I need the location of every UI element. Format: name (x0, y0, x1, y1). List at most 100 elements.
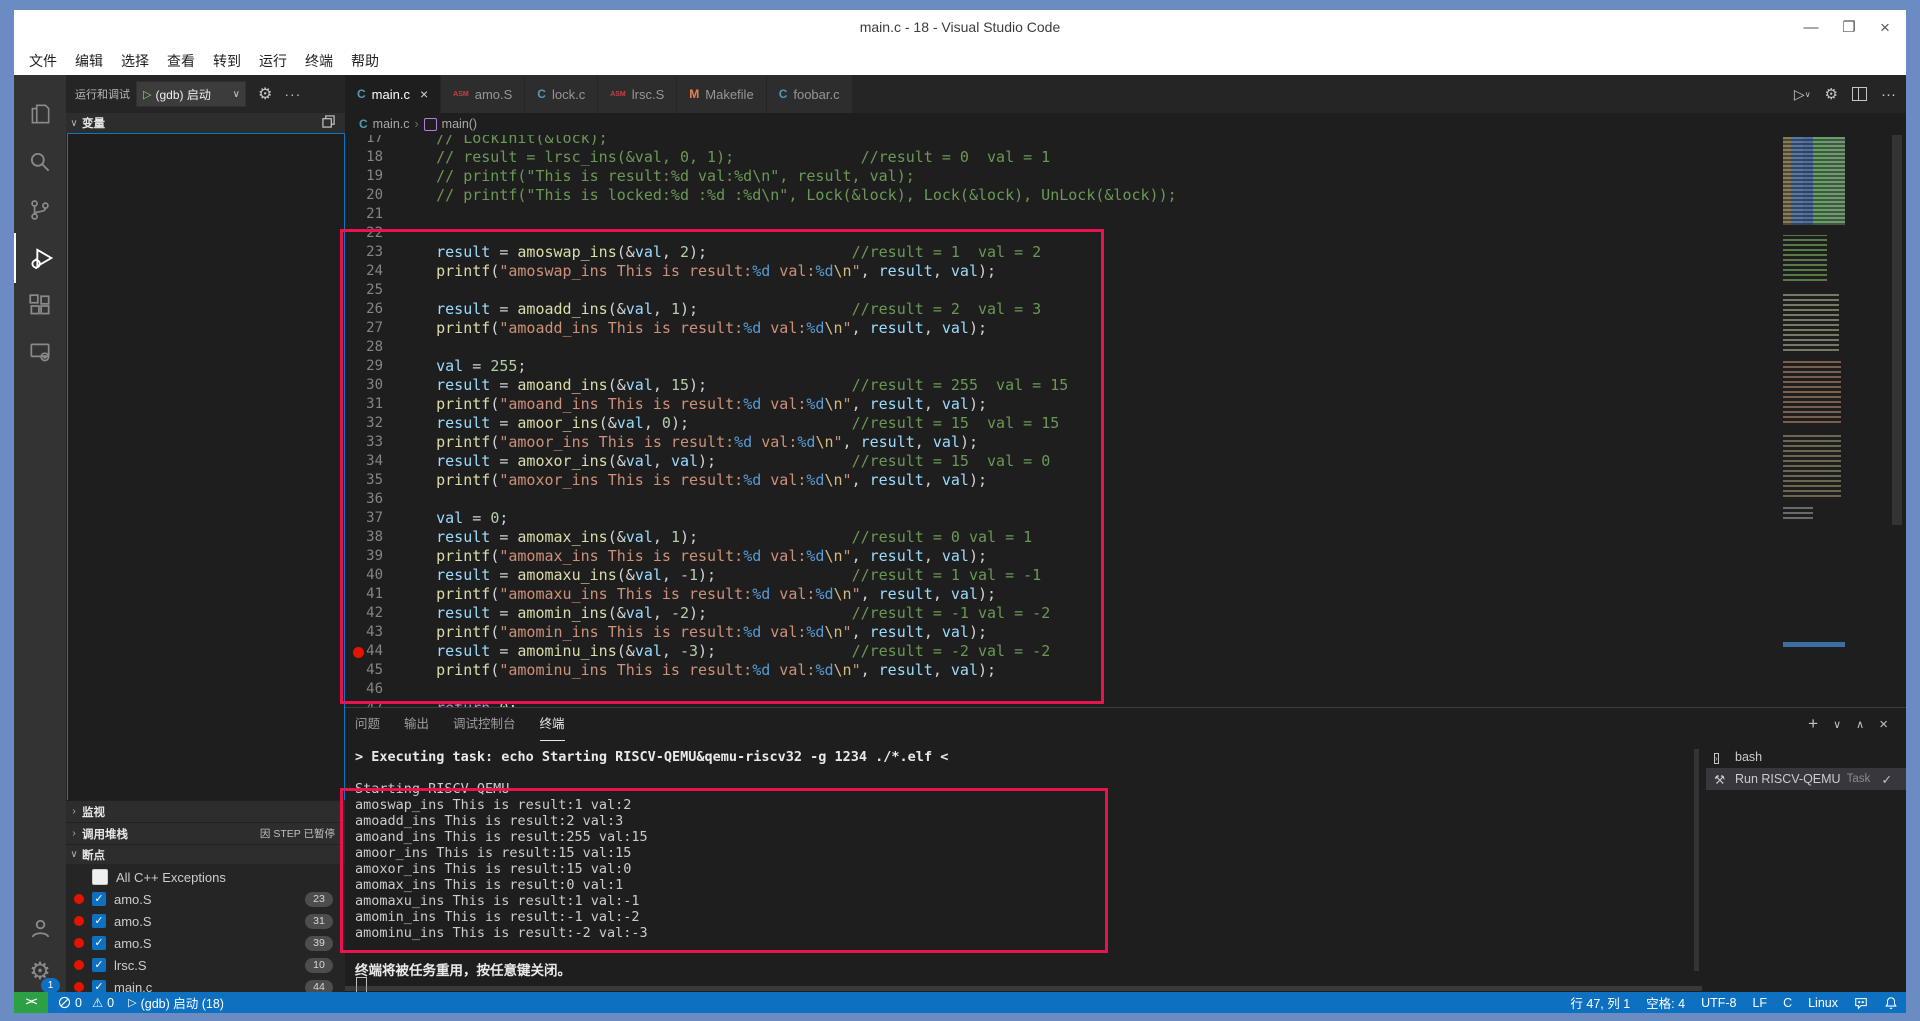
code-line-18[interactable]: 18 // result = lrsc_ins(&val, 0, 1); //r… (345, 148, 1780, 167)
variables-section-header[interactable]: ∨ 变量 (66, 113, 345, 133)
panel-tab-调试控制台[interactable]: 调试控制台 (453, 708, 516, 740)
code-line-35[interactable]: 35 printf("amoxor_ins This is result:%d … (345, 471, 1780, 490)
code-line-29[interactable]: 29 val = 255; (345, 357, 1780, 376)
code-line-30[interactable]: 30 result = amoand_ins(&val, 15); //resu… (345, 376, 1780, 395)
terminal-list-item[interactable]: ›bash (1706, 746, 1906, 768)
account-icon[interactable] (14, 903, 66, 953)
tab-foobar.c[interactable]: Cfoobar.c (767, 75, 853, 113)
menu-item[interactable]: 文件 (20, 48, 66, 74)
problems-status[interactable]: 0 ⚠ 0 (58, 992, 114, 1013)
remote-explorer-icon[interactable] (14, 327, 66, 377)
menu-item[interactable]: 编辑 (66, 48, 112, 74)
status-item[interactable]: LF (1752, 992, 1767, 1013)
code-line-32[interactable]: 32 result = amoor_ins(&val, 0); //result… (345, 414, 1780, 433)
breakpoint-row[interactable]: ✓amo.S23 (66, 888, 345, 910)
terminal-dropdown-icon[interactable]: ∨ (1833, 718, 1841, 731)
tab-close-icon[interactable]: × (420, 86, 428, 102)
breakpoint-row[interactable]: ✓amo.S31 (66, 910, 345, 932)
feedback-icon[interactable] (1854, 996, 1868, 1010)
settings-gear-icon[interactable]: ⚙ 1 (14, 947, 66, 997)
breadcrumb-symbol[interactable]: main() (442, 117, 477, 131)
close-panel-icon[interactable]: × (1879, 716, 1888, 733)
notifications-bell-icon[interactable] (1884, 996, 1898, 1010)
restore-icon[interactable]: ❐ (1834, 16, 1864, 40)
terminal-scrollbar[interactable] (1694, 749, 1699, 971)
code-line-26[interactable]: 26 result = amoadd_ins(&val, 1); //resul… (345, 300, 1780, 319)
code-line-38[interactable]: 38 result = amomax_ins(&val, 1); //resul… (345, 528, 1780, 547)
tab-lrsc.S[interactable]: ASMlrsc.S (598, 75, 677, 113)
panel-tab-终端[interactable]: 终端 (540, 708, 565, 741)
menu-item[interactable]: 终端 (296, 48, 342, 74)
code-line-24[interactable]: 24 printf("amoswap_ins This is result:%d… (345, 262, 1780, 281)
status-item[interactable]: 空格: 4 (1646, 992, 1685, 1013)
menu-item[interactable]: 运行 (250, 48, 296, 74)
breakpoint-row[interactable]: ✓main.c44 (66, 976, 345, 992)
breakpoint-checkbox[interactable]: ✓ (92, 958, 106, 972)
code-line-31[interactable]: 31 printf("amoand_ins This is result:%d … (345, 395, 1780, 414)
code-line-37[interactable]: 37 val = 0; (345, 509, 1780, 528)
code-line-27[interactable]: 27 printf("amoadd_ins This is result:%d … (345, 319, 1780, 338)
remote-indicator-icon[interactable]: >< (14, 992, 48, 1013)
code-line-40[interactable]: 40 result = amomaxu_ins(&val, -1); //res… (345, 566, 1780, 585)
gear-icon[interactable]: ⚙ (1825, 85, 1838, 103)
tab-lock.c[interactable]: Clock.c (525, 75, 598, 113)
code-line-34[interactable]: 34 result = amoxor_ins(&val, val); //res… (345, 452, 1780, 471)
editor-scrollbar[interactable] (1892, 135, 1902, 525)
explorer-icon[interactable] (14, 89, 66, 139)
breakpoint-checkbox[interactable]: ✓ (92, 980, 106, 992)
menu-item[interactable]: 选择 (112, 48, 158, 74)
breakpoint-row[interactable]: ✓lrsc.S10 (66, 954, 345, 976)
breakpoint-row[interactable]: ✓amo.S39 (66, 932, 345, 954)
status-item[interactable]: C (1783, 992, 1792, 1013)
code-line-33[interactable]: 33 printf("amoor_ins This is result:%d v… (345, 433, 1780, 452)
code-line-20[interactable]: 20 // printf("This is locked:%d :%d :%d\… (345, 186, 1780, 205)
source-control-icon[interactable] (14, 185, 66, 235)
panel-tab-输出[interactable]: 输出 (404, 708, 429, 740)
watch-section-header[interactable]: › 监视 (66, 800, 345, 822)
more-actions-icon[interactable]: ··· (1881, 86, 1896, 103)
code-editor[interactable]: 17 // LockInit(&lock);18 // result = lrs… (345, 135, 1780, 707)
code-line-41[interactable]: 41 printf("amomaxu_ins This is result:%d… (345, 585, 1780, 604)
extensions-icon[interactable] (14, 281, 66, 331)
breakpoint-checkbox[interactable] (92, 869, 108, 885)
maximize-panel-icon[interactable]: ∧ (1856, 718, 1864, 731)
breakpoint-row[interactable]: All C++ Exceptions (66, 866, 345, 888)
breakpoint-dot-icon[interactable] (353, 647, 364, 658)
code-line-45[interactable]: 45 printf("amominu_ins This is result:%d… (345, 661, 1780, 680)
code-line-22[interactable]: 22 (345, 224, 1780, 243)
code-line-46[interactable]: 46 (345, 680, 1780, 699)
code-line-47[interactable]: 47 return 0; (345, 699, 1780, 707)
tab-Makefile[interactable]: MMakefile (677, 75, 766, 113)
menu-item[interactable]: 转到 (204, 48, 250, 74)
search-icon[interactable] (14, 137, 66, 187)
tab-amo.S[interactable]: ASMamo.S (441, 75, 525, 113)
code-line-43[interactable]: 43 printf("amomin_ins This is result:%d … (345, 623, 1780, 642)
run-or-debug-icon[interactable]: ▷∨ (1794, 86, 1811, 103)
panes-icon[interactable] (322, 115, 335, 131)
code-line-44[interactable]: 44 result = amominu_ins(&val, -3); //res… (345, 642, 1780, 661)
variables-panel-body[interactable] (67, 133, 345, 801)
code-line-23[interactable]: 23 result = amoswap_ins(&val, 2); //resu… (345, 243, 1780, 262)
menu-item[interactable]: 帮助 (342, 48, 388, 74)
debug-start-icon[interactable]: ▷ (143, 88, 151, 101)
debug-status[interactable]: ▷ (gdb) 启动 (18) (128, 992, 224, 1013)
breakpoint-checkbox[interactable]: ✓ (92, 936, 106, 950)
tab-main.c[interactable]: Cmain.c× (345, 75, 441, 113)
terminal-list-item[interactable]: ⚒Run RISCV-QEMUTask✓ (1706, 768, 1906, 790)
code-line-17[interactable]: 17 // LockInit(&lock); (345, 135, 1780, 148)
run-debug-icon[interactable] (14, 233, 68, 283)
breakpoint-checkbox[interactable]: ✓ (92, 914, 106, 928)
code-line-28[interactable]: 28 (345, 338, 1780, 357)
debug-more-icon[interactable]: ··· (284, 86, 301, 102)
code-line-42[interactable]: 42 result = amomin_ins(&val, -2); //resu… (345, 604, 1780, 623)
code-line-39[interactable]: 39 printf("amomax_ins This is result:%d … (345, 547, 1780, 566)
code-line-25[interactable]: 25 (345, 281, 1780, 300)
breadcrumb-file[interactable]: main.c (373, 117, 410, 131)
minimap[interactable] (1783, 137, 1845, 657)
menu-item[interactable]: 查看 (158, 48, 204, 74)
breakpoint-checkbox[interactable]: ✓ (92, 892, 106, 906)
split-editor-icon[interactable] (1852, 87, 1867, 101)
callstack-section-header[interactable]: › 调用堆栈 因 STEP 已暂停 (66, 822, 345, 844)
debug-config-select[interactable]: ▷ (gdb) 启动 ∨ (136, 81, 246, 107)
status-item[interactable]: 行 47, 列 1 (1570, 992, 1630, 1013)
